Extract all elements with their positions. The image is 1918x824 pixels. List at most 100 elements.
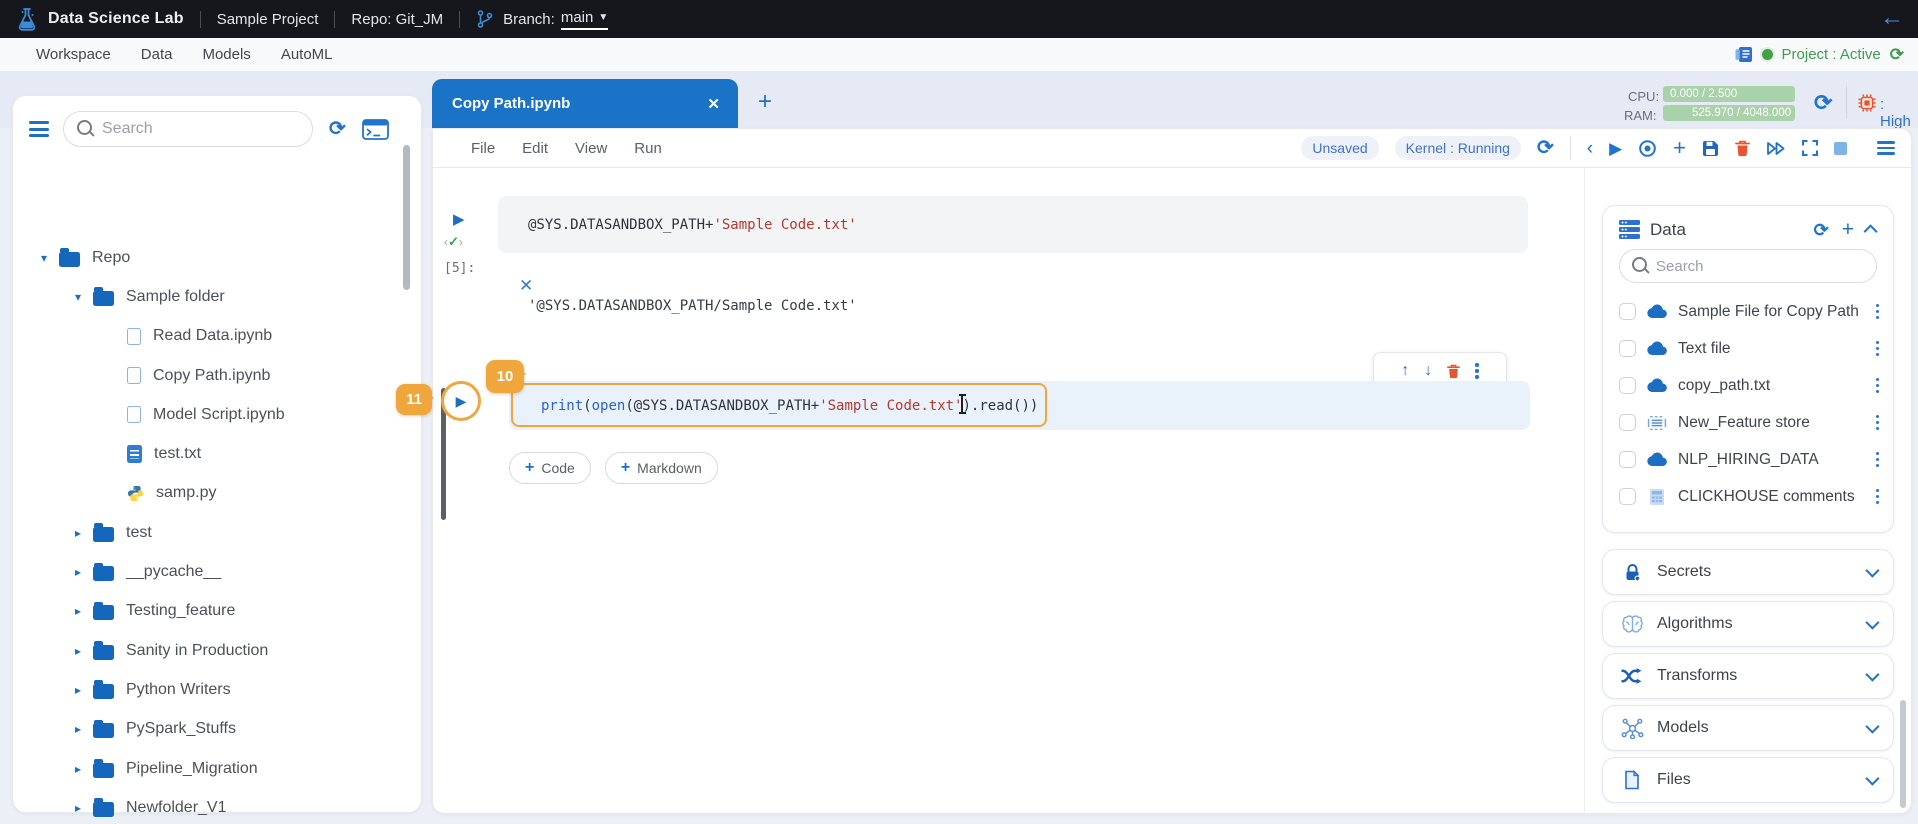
caret-right-icon[interactable]: ▸ [75, 644, 93, 658]
nav-tab-data[interactable]: Data [141, 46, 173, 63]
interrupt-kernel-icon[interactable] [1638, 139, 1657, 158]
data-item[interactable]: NLP_HIRING_DATA [1603, 441, 1893, 478]
tree-item[interactable]: ▾Repo [13, 238, 405, 277]
panel-section-files[interactable]: Files [1602, 757, 1894, 803]
data-item[interactable]: New_Feature store [1603, 404, 1893, 441]
new-tab-button[interactable]: + [758, 88, 772, 116]
run-all-icon[interactable] [1766, 141, 1786, 156]
close-tab-icon[interactable]: ✕ [707, 95, 720, 113]
data-item[interactable]: Sample File for Copy Path [1603, 293, 1893, 330]
chevron-down-icon[interactable] [1865, 772, 1879, 786]
tree-item[interactable]: ▸PySpark_Stuffs [13, 710, 405, 749]
item-options-kebab-icon[interactable] [1876, 489, 1879, 504]
data-search-input[interactable] [1619, 249, 1877, 283]
caret-right-icon[interactable]: ▸ [75, 683, 93, 697]
sidebar-refresh-icon[interactable]: ⟳ [329, 119, 346, 139]
item-options-kebab-icon[interactable] [1876, 378, 1879, 393]
panel-section-transforms[interactable]: Transforms [1602, 653, 1894, 699]
data-item-checkbox[interactable] [1619, 340, 1636, 357]
data-item-checkbox[interactable] [1619, 488, 1636, 505]
tree-item[interactable]: ▸__pycache__ [13, 552, 405, 591]
data-item-checkbox[interactable] [1619, 451, 1636, 468]
fullscreen-icon[interactable] [1802, 140, 1818, 156]
run-cell2-button[interactable]: ▶ [456, 393, 467, 410]
notebook-tab[interactable]: Copy Path.ipynb ✕ [432, 79, 738, 128]
data-refresh-icon[interactable]: ⟳ [1814, 221, 1829, 239]
sidebar-menu-icon[interactable] [29, 118, 49, 141]
move-cell-down-icon[interactable]: ↓ [1424, 362, 1432, 380]
run-cell-icon[interactable]: ▶ [1609, 140, 1622, 157]
menu-view[interactable]: View [575, 140, 607, 157]
sidebar-search[interactable] [63, 111, 313, 147]
resources-refresh-icon[interactable]: ⟳ [1814, 92, 1832, 114]
delete-cell-icon[interactable] [1735, 140, 1750, 157]
tree-item[interactable]: ▸Pipeline_Migration [13, 749, 405, 788]
clear-output-icon[interactable]: ✕ [519, 276, 533, 296]
menu-file[interactable]: File [471, 140, 495, 157]
chevron-down-icon[interactable] [1865, 616, 1879, 630]
repo-name[interactable]: Repo: Git_JM [351, 11, 443, 28]
tree-item[interactable]: Model Script.ipynb [13, 395, 405, 434]
collapse-data-icon[interactable] [1864, 224, 1878, 238]
caret-right-icon[interactable]: ▸ [75, 801, 93, 815]
tree-item[interactable]: ▸Python Writers [13, 670, 405, 709]
stop-kernel-icon[interactable] [1834, 142, 1847, 155]
caret-right-icon[interactable]: ▸ [75, 565, 93, 579]
save-notebook-icon[interactable] [1702, 140, 1719, 157]
panel-section-secrets[interactable]: Secrets [1602, 549, 1894, 595]
menu-edit[interactable]: Edit [522, 140, 548, 157]
data-item-checkbox[interactable] [1619, 414, 1636, 431]
tree-item[interactable]: ▸test [13, 513, 405, 552]
code-cell-1[interactable]: @SYS.DATASANDBOX_PATH+'Sample Code.txt' [498, 196, 1528, 253]
chevron-down-icon[interactable] [1865, 668, 1879, 682]
item-options-kebab-icon[interactable] [1876, 341, 1879, 356]
add-markdown-cell-button[interactable]: +Markdown [605, 452, 718, 484]
caret-down-icon[interactable]: ▾ [75, 290, 93, 304]
tree-item[interactable]: test.txt [13, 434, 405, 473]
cell-options-kebab-icon[interactable] [1475, 363, 1478, 378]
nav-tab-workspace[interactable]: Workspace [36, 46, 111, 63]
tree-item[interactable]: ▸Newfolder_V1 [13, 788, 405, 824]
data-item-checkbox[interactable] [1619, 377, 1636, 394]
add-code-cell-button[interactable]: +Code [509, 452, 591, 484]
chevron-down-icon[interactable] [1865, 564, 1879, 578]
project-report-icon[interactable] [1735, 46, 1753, 63]
branch-selector[interactable]: main ▼ [561, 9, 608, 30]
project-refresh-icon[interactable]: ⟳ [1890, 45, 1904, 65]
caret-right-icon[interactable]: ▸ [75, 722, 93, 736]
collapse-panel-icon[interactable]: ‹ [1587, 139, 1593, 158]
sidebar-scrollbar[interactable] [403, 145, 410, 290]
menu-run[interactable]: Run [634, 140, 662, 157]
notebook-options-icon[interactable] [1877, 138, 1895, 158]
item-options-kebab-icon[interactable] [1876, 415, 1879, 430]
tree-item[interactable]: Read Data.ipynb [13, 317, 405, 356]
caret-right-icon[interactable]: ▸ [75, 526, 93, 540]
add-cell-icon[interactable]: + [1673, 137, 1686, 159]
panel-section-models[interactable]: Models [1602, 705, 1894, 751]
data-add-icon[interactable]: + [1842, 219, 1854, 240]
data-search[interactable] [1619, 249, 1877, 283]
data-item[interactable]: CLICKHOUSE comments [1603, 478, 1893, 515]
panel-section-algorithms[interactable]: Algorithms [1602, 601, 1894, 647]
tree-item[interactable]: Copy Path.ipynb [13, 356, 405, 395]
tree-item[interactable]: samp.py [13, 474, 405, 513]
item-options-kebab-icon[interactable] [1876, 452, 1879, 467]
data-item[interactable]: copy_path.txt [1603, 367, 1893, 404]
caret-right-icon[interactable]: ▸ [75, 604, 93, 618]
run-cell1-button[interactable]: ▶ [453, 210, 465, 228]
tree-item[interactable]: ▸Testing_feature [13, 592, 405, 631]
data-item-checkbox[interactable] [1619, 303, 1636, 320]
project-name[interactable]: Sample Project [217, 11, 319, 28]
nav-tab-models[interactable]: Models [202, 46, 250, 63]
back-arrow-button[interactable]: ← [1880, 4, 1904, 32]
panel-scrollbar[interactable] [1900, 700, 1906, 808]
delete-cell-icon[interactable] [1447, 364, 1460, 379]
data-item[interactable]: Text file [1603, 330, 1893, 367]
tree-item[interactable]: ▸Sanity in Production [13, 631, 405, 670]
caret-down-icon[interactable]: ▾ [41, 251, 59, 265]
item-options-kebab-icon[interactable] [1876, 304, 1879, 319]
kernel-refresh-icon[interactable]: ⟳ [1537, 138, 1554, 158]
move-cell-up-icon[interactable]: ↑ [1401, 362, 1409, 380]
caret-right-icon[interactable]: ▸ [75, 762, 93, 776]
sidebar-search-input[interactable] [63, 111, 313, 147]
